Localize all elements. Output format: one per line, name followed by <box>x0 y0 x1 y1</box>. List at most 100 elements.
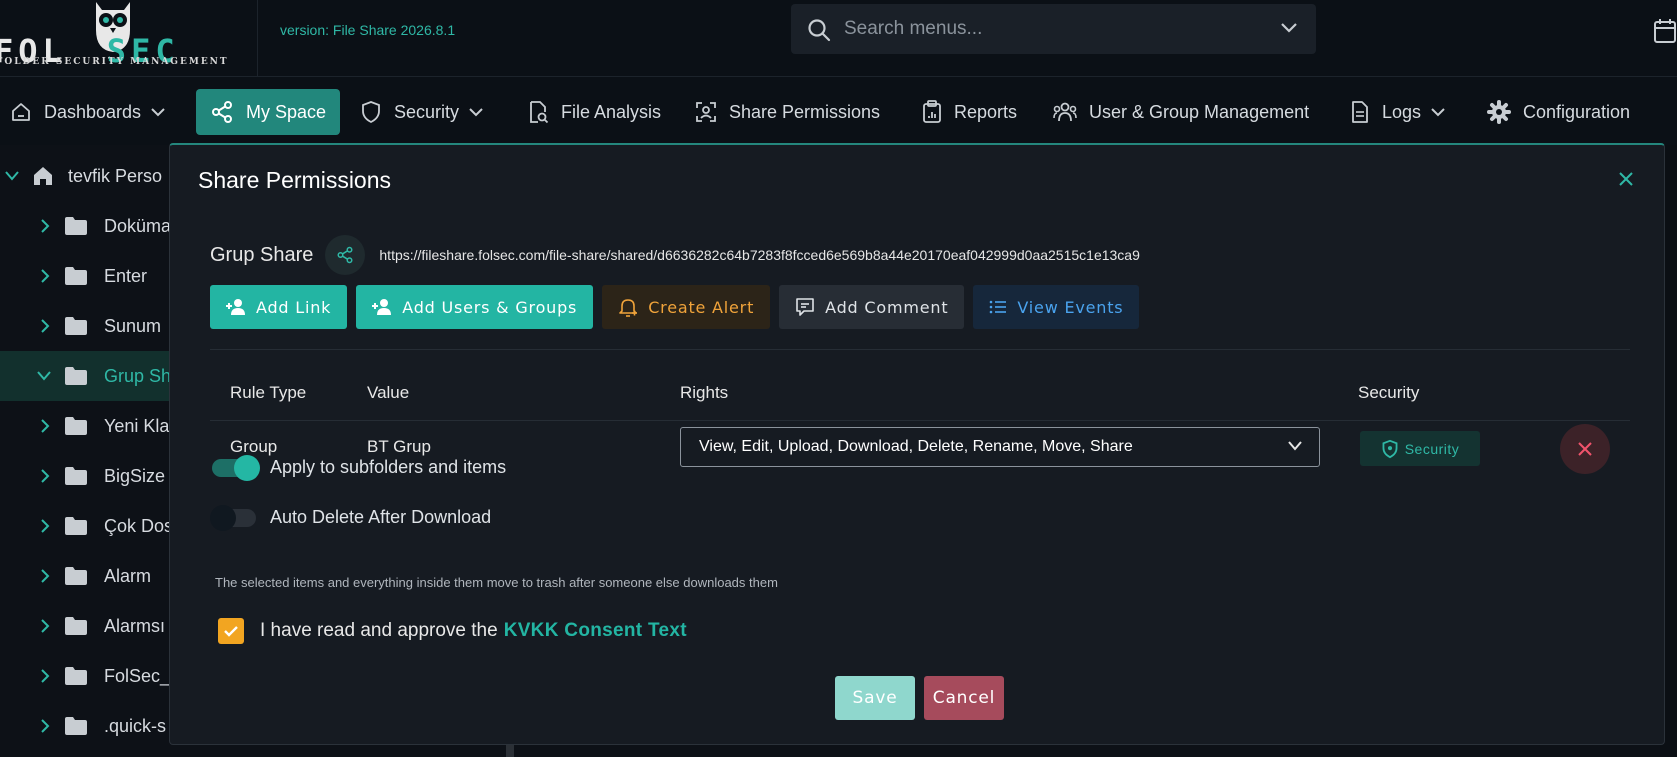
view-events-button[interactable]: View Events <box>973 285 1140 329</box>
tree-item[interactable]: Yeni Kla <box>0 401 170 451</box>
chevron-down-icon <box>1288 441 1302 451</box>
chevron-right-icon[interactable] <box>40 518 50 534</box>
tree-item[interactable]: Sunum <box>0 301 170 351</box>
top-bar: FOL SEC FOLDER SECURITY MANAGEMENT versio… <box>0 0 1677 77</box>
chevron-right-icon[interactable] <box>40 668 50 684</box>
apply-subfolders-toggle[interactable] <box>212 454 260 481</box>
share-nodes-icon <box>212 101 232 123</box>
create-alert-button[interactable]: Create Alert <box>602 285 771 329</box>
tree-item[interactable]: Doküma <box>0 201 172 251</box>
security-button[interactable]: Security <box>1360 431 1480 466</box>
tree-item[interactable]: BigSize <box>0 451 170 501</box>
header-security: Security <box>1358 383 1420 402</box>
header-value: Value <box>367 383 410 402</box>
chevron-right-icon[interactable] <box>40 568 50 584</box>
nav-logs[interactable]: Logs <box>1350 89 1445 135</box>
chevron-right-icon[interactable] <box>40 618 50 634</box>
nav-reports[interactable]: Reports <box>922 89 1017 135</box>
tree-item[interactable]: Enter <box>0 251 170 301</box>
header-rule-type: Rule Type <box>230 383 307 402</box>
tree-item[interactable]: Alarmsı <box>0 601 170 651</box>
tree-item-label: Grup Sh <box>104 365 172 386</box>
share-name: Grup Share <box>210 243 314 266</box>
comment-icon <box>796 298 814 316</box>
nav-file-analysis[interactable]: File Analysis <box>527 89 661 135</box>
nav-share-permissions[interactable]: Share Permissions <box>695 89 880 135</box>
auto-delete-toggle[interactable] <box>210 504 256 531</box>
scan-icon <box>696 102 716 122</box>
table-header-divider <box>210 420 1630 421</box>
folder-icon <box>65 467 87 485</box>
add-users-groups-button[interactable]: Add Users & Groups <box>356 285 594 329</box>
chevron-right-icon[interactable] <box>40 268 50 284</box>
nav-user-group-management[interactable]: User & Group Management <box>1053 89 1309 135</box>
chevron-right-icon[interactable] <box>40 718 50 734</box>
home-icon <box>34 167 52 185</box>
tree-item[interactable]: FolSec_ <box>0 651 170 701</box>
tree-item-label: Alarm <box>104 565 152 586</box>
close-icon[interactable] <box>1618 171 1634 187</box>
add-comment-label: Add Comment <box>825 297 949 317</box>
main-nav: Dashboards My Space Security File Analys… <box>0 77 1677 145</box>
folder-icon <box>65 617 87 635</box>
chevron-down-icon <box>1431 108 1445 117</box>
folsec-logo[interactable]: FOL SEC FOLDER SECURITY MANAGEMENT <box>0 0 258 77</box>
folder-tree: tevfik Perso Doküma Enter Sunum Grup Sh Yeni… <box>0 145 174 757</box>
nav-label: Reports <box>954 101 1018 122</box>
chevron-right-icon[interactable] <box>40 468 50 484</box>
apply-subfolders-label: Apply to subfolders and items <box>270 457 507 477</box>
share-link-button[interactable] <box>325 235 366 275</box>
menu-search[interactable]: Search menus... <box>791 4 1316 54</box>
search-input[interactable]: Search menus... <box>844 18 982 40</box>
security-label: Security <box>1404 440 1460 457</box>
users-icon <box>1053 102 1077 122</box>
nav-label: Logs <box>1382 101 1422 122</box>
tree-item-label: Çok Dos <box>104 515 174 536</box>
share-permissions-modal: Share Permissions Grup Share https://fil… <box>169 143 1665 745</box>
nav-my-space[interactable]: My Space <box>196 89 341 135</box>
nav-label: Configuration <box>1523 101 1631 122</box>
close-icon <box>1578 442 1592 456</box>
kvkk-consent-link[interactable]: KVKK Consent Text <box>504 620 687 642</box>
scrollbar[interactable] <box>506 745 514 757</box>
add-link-button[interactable]: Add Link <box>210 285 348 329</box>
document-icon <box>1352 101 1368 123</box>
tree-item[interactable]: Çok Dos <box>0 501 174 551</box>
nav-label: File Analysis <box>561 101 662 122</box>
chevron-right-icon[interactable] <box>40 218 50 234</box>
consent-text: I have read and approve the <box>260 620 498 641</box>
delete-rule-button[interactable] <box>1560 424 1610 474</box>
nav-security[interactable]: Security <box>360 89 483 135</box>
tree-root[interactable]: tevfik Perso <box>0 151 170 201</box>
shield-icon <box>1382 439 1398 458</box>
chevron-down-icon[interactable] <box>4 170 20 182</box>
chevron-right-icon[interactable] <box>40 318 50 334</box>
user-plus-icon <box>372 299 392 315</box>
bell-plus-icon <box>619 299 638 317</box>
tree-item[interactable]: Grup Sh <box>0 351 172 401</box>
add-comment-button[interactable]: Add Comment <box>779 285 965 329</box>
cell-rule-type: Group <box>230 437 278 456</box>
share-url[interactable]: https://fileshare.folsec.com/file-share/… <box>379 247 1139 263</box>
cell-value: BT Grup <box>367 437 431 456</box>
cancel-button[interactable]: Cancel <box>924 676 1004 720</box>
shield-icon <box>362 101 380 124</box>
chevron-right-icon[interactable] <box>40 418 50 434</box>
consent-checkbox[interactable] <box>218 618 244 644</box>
chevron-down-icon[interactable] <box>1280 22 1298 34</box>
rights-select[interactable]: View, Edit, Upload, Download, Delete, Re… <box>680 427 1320 467</box>
calendar-icon[interactable] <box>1653 18 1677 44</box>
chevron-down-icon <box>151 108 165 117</box>
save-button[interactable]: Save <box>835 676 915 720</box>
gear-icon <box>1487 100 1511 124</box>
folder-icon <box>65 667 87 685</box>
nav-dashboards[interactable]: Dashboards <box>10 89 165 135</box>
tree-item-label: BigSize <box>104 465 166 486</box>
share-nodes-icon <box>337 246 353 264</box>
nav-label: Dashboards <box>44 101 142 122</box>
tree-item-label: Doküma <box>104 215 172 236</box>
nav-configuration[interactable]: Configuration <box>1487 89 1630 135</box>
tree-item[interactable]: Alarm <box>0 551 170 601</box>
tree-item[interactable]: .quick-s <box>0 701 170 751</box>
chevron-down-icon[interactable] <box>36 370 52 382</box>
